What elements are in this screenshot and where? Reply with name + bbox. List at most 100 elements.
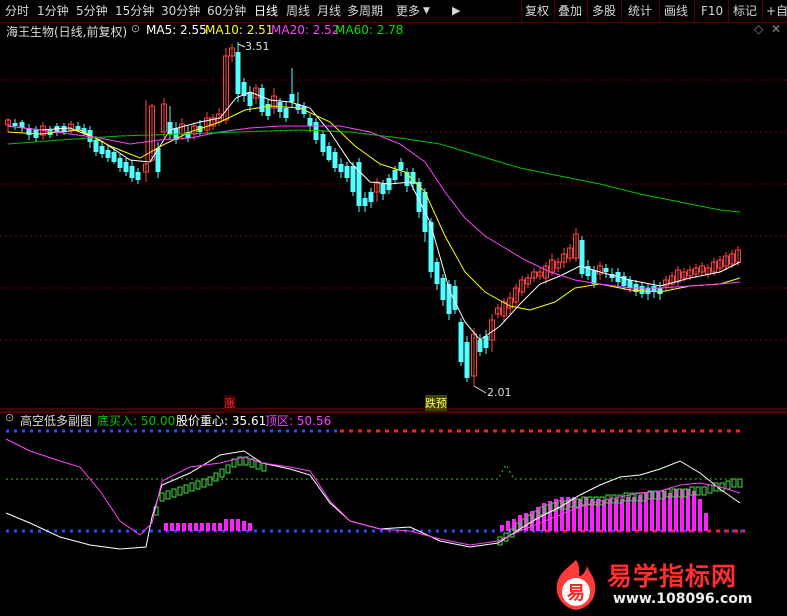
volume-bar [224, 519, 228, 531]
signal-box [695, 486, 701, 496]
volume-bar [200, 523, 204, 531]
volume-bar [182, 523, 186, 531]
kline-candle [247, 92, 253, 106]
signal-zhang-badge: 涨 [224, 395, 235, 411]
ma5-line [7, 91, 741, 341]
low-marker-line [473, 385, 487, 394]
kline-candle [259, 88, 265, 112]
kline-candle [75, 126, 81, 130]
volume-bar [188, 523, 192, 531]
signal-box [213, 472, 219, 482]
kline-candle [338, 164, 344, 172]
more-arrow-icon[interactable]: ▼ [423, 3, 430, 19]
tab-fenshi[interactable]: 分时 [5, 3, 29, 19]
kline-candle [235, 52, 241, 94]
volume-bar [704, 513, 708, 531]
buy-label: 底买入: 50.00 [97, 414, 176, 428]
draw-line-button[interactable]: 画线 [664, 3, 688, 19]
kline-candle [639, 286, 645, 294]
signal-box [737, 478, 743, 488]
kline-candle [350, 166, 356, 192]
kline-candle [458, 322, 464, 362]
volume-bar [242, 521, 246, 531]
signal-box [159, 492, 165, 502]
kline-candle [117, 158, 123, 168]
statistics-button[interactable]: 统计 [628, 3, 652, 19]
volume-bar [626, 497, 630, 531]
tab-60min[interactable]: 60分钟 [207, 3, 246, 19]
multi-stock-button[interactable]: 多股 [592, 3, 616, 19]
signal-box [183, 484, 189, 494]
low-price-label: 2.01 [487, 386, 512, 399]
volume-bar [608, 499, 612, 531]
watermark-url: www.108096.com [613, 591, 753, 607]
volume-bar [692, 491, 696, 531]
tab-5min[interactable]: 5分钟 [76, 3, 108, 19]
kline-candle [135, 172, 141, 180]
kline-candle [434, 262, 440, 284]
tab-weekly[interactable]: 周线 [286, 3, 310, 19]
fuquan-button[interactable]: 复权 [525, 3, 549, 19]
volume-bar [218, 523, 222, 531]
ma60-label: MA60: 2.78 [335, 23, 404, 37]
volume-bar [614, 499, 618, 531]
signal-box [731, 478, 737, 488]
kline-candle [627, 280, 633, 288]
watermark-logo: 易 易学指标网 www.108096.com [547, 556, 787, 616]
kline-candle [344, 166, 350, 178]
high-price-label: 3.51 [245, 40, 270, 53]
close-icon[interactable]: ✕ [771, 22, 781, 36]
indicator-menu-icon[interactable]: ⊙ [5, 411, 14, 424]
kline-candle [12, 123, 18, 126]
kline-candle [283, 108, 289, 118]
watermark-title: 易学指标网 [607, 562, 738, 591]
top-label: 顶区: 50.56 [265, 414, 332, 428]
ma5-label: MA5: 2.55 [146, 23, 207, 37]
volume-bar [698, 499, 702, 531]
tab-30min[interactable]: 30分钟 [161, 3, 200, 19]
tab-multi-period[interactable]: 多周期 [347, 3, 383, 19]
volume-bar [632, 497, 636, 531]
kline-candle [603, 268, 609, 272]
signal-box [195, 480, 201, 490]
volume-bar [230, 519, 234, 531]
center-label: 股价重心: 35.61 [176, 414, 267, 428]
kline-candle [464, 342, 470, 378]
tab-1min[interactable]: 1分钟 [37, 3, 69, 19]
tab-15min[interactable]: 15分钟 [115, 3, 154, 19]
kline-candle [332, 152, 338, 168]
diamond-icon[interactable]: ◇ [754, 22, 763, 36]
kline-candle [111, 152, 117, 162]
signal-box [207, 476, 213, 486]
ma10-label: MA10: 2.51 [205, 23, 274, 37]
volume-bar [500, 525, 504, 531]
volume-bar [236, 519, 240, 531]
f10-button[interactable]: F10 [701, 3, 723, 19]
kline-candle [320, 134, 326, 152]
kline-candle [392, 170, 398, 180]
tab-daily[interactable]: 日线 [254, 3, 278, 19]
kline-candle [591, 270, 597, 284]
overlay-button[interactable]: 叠加 [558, 3, 582, 19]
kline-panel[interactable]: 海王生物(日线,前复权) ⊙ MA5: 2.55 MA10: 2.51 MA20… [0, 22, 787, 411]
add-watchlist-button[interactable]: +自选 [766, 3, 787, 19]
scroll-right-icon[interactable]: ▶ [452, 3, 460, 19]
mark-button[interactable]: 标记 [733, 3, 757, 19]
indicator-name: 高空低多副图 [20, 414, 93, 428]
kline-chart[interactable] [0, 22, 787, 410]
volume-bar [212, 523, 216, 531]
indicator-menu-icon[interactable]: ⊙ [131, 22, 140, 35]
volume-bar [248, 523, 252, 531]
kline-candle [289, 94, 295, 102]
volume-bar [620, 499, 624, 531]
ma60-line [7, 129, 741, 213]
kline-candle [368, 192, 374, 202]
tab-more[interactable]: 更多 [396, 3, 420, 19]
tab-monthly[interactable]: 月线 [317, 3, 341, 19]
kline-candle [129, 166, 135, 178]
signal-box [701, 486, 707, 496]
volume-bar [170, 523, 174, 531]
center-dashed-line [6, 463, 745, 480]
signal-box [219, 468, 225, 478]
volume-bar [206, 523, 210, 531]
